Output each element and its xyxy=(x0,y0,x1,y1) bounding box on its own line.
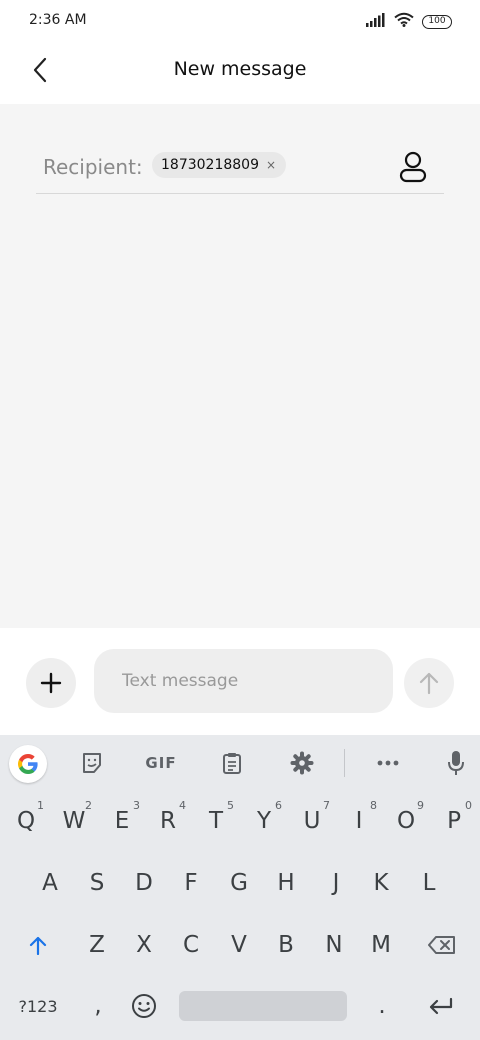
gif-label: GIF xyxy=(145,754,177,772)
top-app-bar: New message xyxy=(0,40,480,104)
more-options-button[interactable] xyxy=(372,747,404,779)
key-j[interactable]: J xyxy=(312,852,360,914)
key-h[interactable]: H xyxy=(262,852,310,914)
key-f[interactable]: F xyxy=(167,852,215,914)
status-bar: 2:36 AM 100 xyxy=(0,0,480,40)
key-p[interactable]: P0 xyxy=(430,790,478,852)
settings-button[interactable] xyxy=(286,747,318,779)
plus-icon xyxy=(40,672,62,694)
key-u[interactable]: U7 xyxy=(288,790,336,852)
recipient-label: Recipient: xyxy=(43,155,143,179)
contact-picker-button[interactable] xyxy=(398,150,428,184)
key-g[interactable]: G xyxy=(215,852,263,914)
keyboard-row-4: ?123 , . xyxy=(0,975,480,1037)
gif-button[interactable]: GIF xyxy=(140,747,182,779)
gear-icon xyxy=(290,751,314,775)
key-k[interactable]: K xyxy=(357,852,405,914)
key-e[interactable]: E3 xyxy=(98,790,146,852)
battery-icon: 100 xyxy=(422,14,452,29)
compose-bar xyxy=(0,628,480,735)
shift-key[interactable] xyxy=(12,914,64,976)
key-w[interactable]: W2 xyxy=(50,790,98,852)
signal-icon xyxy=(366,12,386,31)
message-input[interactable] xyxy=(94,649,393,713)
send-button[interactable] xyxy=(404,658,454,708)
emoji-key[interactable] xyxy=(120,975,168,1037)
arrow-up-icon xyxy=(419,672,439,695)
key-z[interactable]: Z xyxy=(73,914,121,976)
key-i[interactable]: I8 xyxy=(335,790,383,852)
enter-arrow-icon xyxy=(429,997,453,1015)
keyboard-row-2: A S D F G H J K L xyxy=(0,852,480,914)
key-v[interactable]: V xyxy=(215,914,263,976)
more-horizontal-icon xyxy=(377,760,399,766)
recipient-row: Recipient: 18730218809 × xyxy=(36,144,444,194)
key-t[interactable]: T5 xyxy=(192,790,240,852)
key-x[interactable]: X xyxy=(120,914,168,976)
key-d[interactable]: D xyxy=(120,852,168,914)
period-key[interactable]: . xyxy=(358,975,406,1037)
keyboard-row-1: Q1 W2 E3 R4 T5 Y6 U7 I8 O9 P0 xyxy=(0,790,480,852)
enter-key[interactable] xyxy=(414,975,468,1037)
keyboard-row-3: Z X C V B N M xyxy=(0,914,480,976)
emoji-icon xyxy=(132,994,156,1018)
comma-key[interactable]: , xyxy=(74,975,122,1037)
key-y[interactable]: Y6 xyxy=(240,790,288,852)
google-icon xyxy=(18,754,38,774)
backspace-icon xyxy=(428,936,455,954)
space-key[interactable] xyxy=(179,991,347,1021)
symbols-key[interactable]: ?123 xyxy=(10,975,66,1037)
key-m[interactable]: M xyxy=(357,914,405,976)
status-icons: 100 xyxy=(366,12,452,31)
remove-recipient-icon[interactable]: × xyxy=(266,158,276,172)
recipient-chip-number: 18730218809 xyxy=(161,157,259,173)
backspace-key[interactable] xyxy=(416,914,468,976)
key-r[interactable]: R4 xyxy=(144,790,192,852)
key-a[interactable]: A xyxy=(26,852,74,914)
status-time: 2:36 AM xyxy=(29,12,87,28)
page-title: New message xyxy=(173,58,307,80)
key-c[interactable]: C xyxy=(167,914,215,976)
keyboard-toolbar: GIF xyxy=(0,735,480,790)
key-n[interactable]: N xyxy=(310,914,358,976)
clipboard-button[interactable] xyxy=(216,747,248,779)
message-content-area: Recipient: 18730218809 × xyxy=(0,104,480,628)
person-icon xyxy=(399,151,427,183)
key-l[interactable]: L xyxy=(405,852,453,914)
key-b[interactable]: B xyxy=(262,914,310,976)
sticker-button[interactable] xyxy=(76,747,108,779)
key-s[interactable]: S xyxy=(73,852,121,914)
keyboard: GIF Q 1 W 2 E 3 R 4 T 5 Y 6 U 7 I 8 O 9 … xyxy=(0,735,480,1040)
sticker-icon xyxy=(83,753,101,773)
clipboard-icon xyxy=(223,753,241,774)
voice-input-button[interactable] xyxy=(440,747,472,779)
key-o[interactable]: O9 xyxy=(382,790,430,852)
google-search-button[interactable] xyxy=(9,745,47,783)
microphone-icon xyxy=(448,751,464,775)
wifi-icon xyxy=(394,12,414,31)
recipient-chip[interactable]: 18730218809 × xyxy=(152,152,287,178)
key-q[interactable]: Q1 xyxy=(2,790,50,852)
toolbar-divider xyxy=(344,749,345,777)
shift-arrow-icon xyxy=(29,936,47,955)
add-attachment-button[interactable] xyxy=(26,658,76,708)
